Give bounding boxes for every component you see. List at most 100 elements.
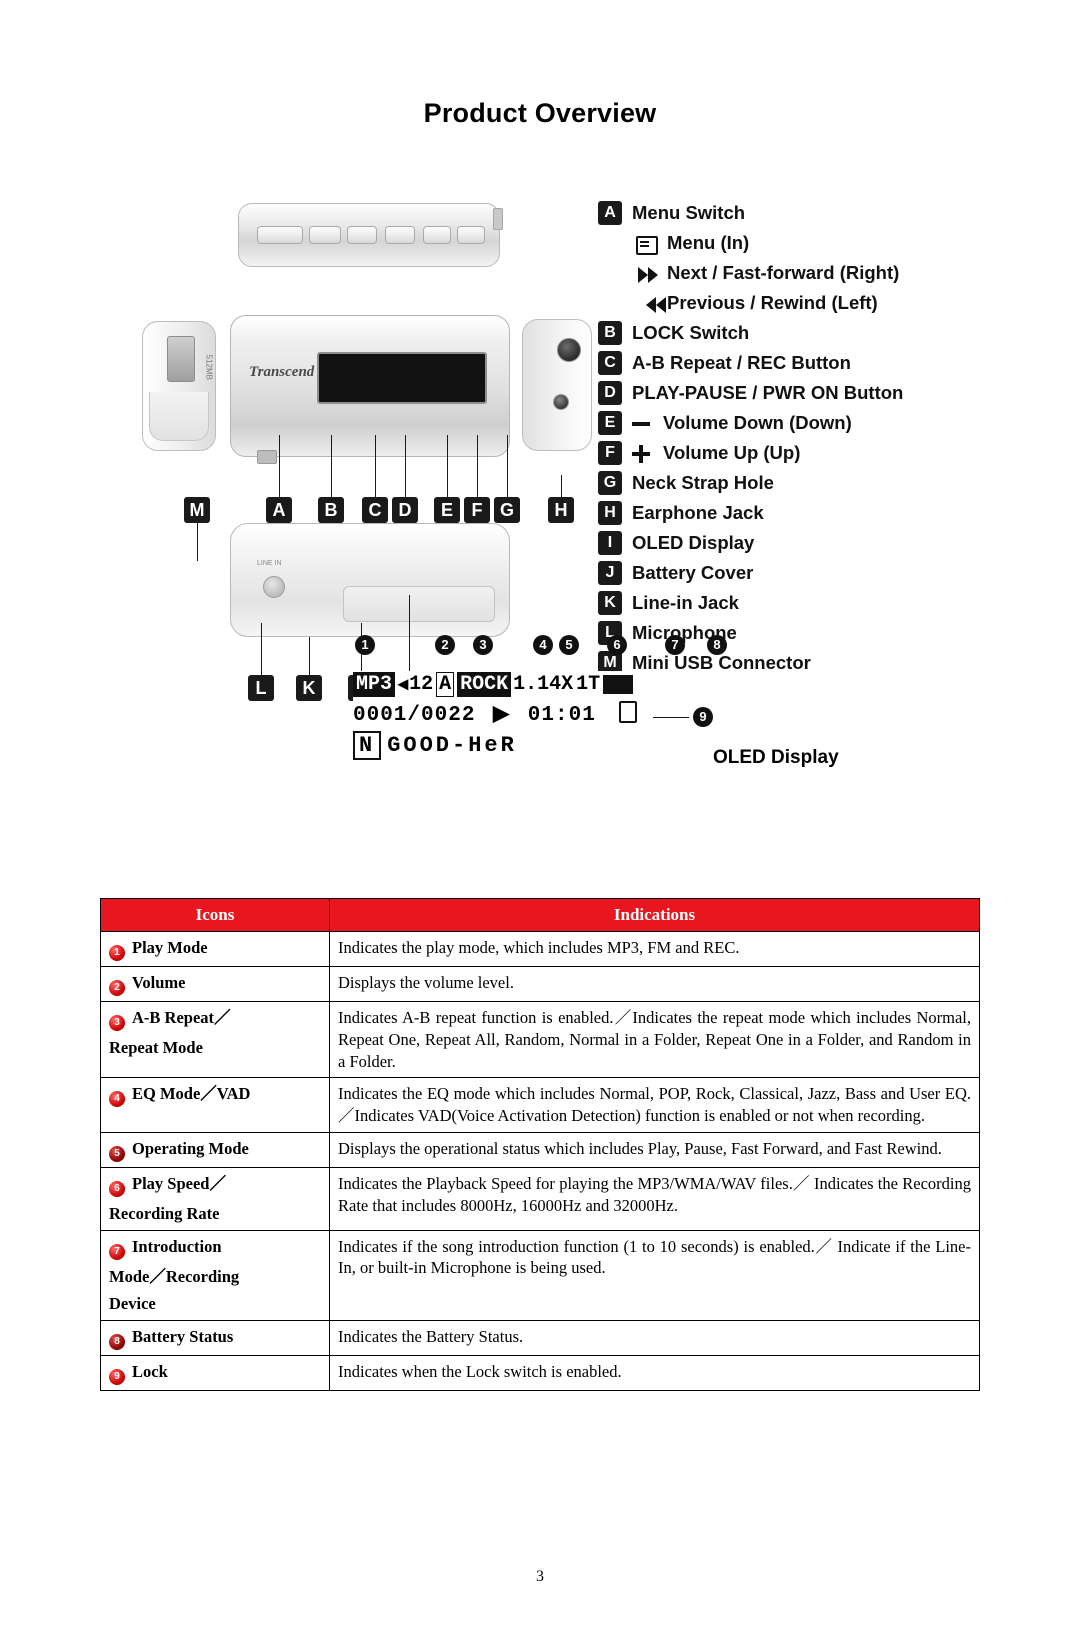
icon-cell: 1 Play Mode [100,931,330,967]
oled-num-9: 9 [693,707,713,727]
icon-label: Operating Mode [132,1138,249,1158]
legend-item-c: C A-B Repeat / REC Button [598,350,1068,375]
volume-speaker-icon: ◂ [398,674,409,697]
oled-callout-numbers: 1 2 3 4 5 6 7 8 [335,635,895,663]
plus-icon [632,444,654,463]
callout-badge-k: K [296,675,322,701]
icon-label: Play Speed／ [132,1173,226,1193]
icon-label: Battery Status [132,1327,234,1347]
icon-cell: 2 Volume [100,966,330,1002]
next-icon [636,264,658,283]
oled-volume-value: 12 [409,672,434,696]
device-left-body: 512MB [142,321,216,451]
legend-item-h: H Earphone Jack [598,500,1068,525]
legend-badge-h: H [598,500,622,525]
oled-num-5: 5 [559,635,579,655]
usb-cap-art [149,392,209,441]
row-bullet-3: 3 [109,1015,125,1031]
legend-item-f: F Volume Up (Up) [598,440,1068,465]
callout-badge-g: G [494,497,520,523]
leader-line-l [261,623,262,675]
row-bullet-1: 1 [109,945,125,961]
lock-icon [619,701,638,723]
leader-line-k [309,637,310,675]
oled-screen-mock: MP3 ◂ 12 A ROCK 1.14X 1T 0001/0022 ▶ 01:… [353,671,683,763]
legend-label-lock-switch: LOCK Switch [632,321,750,343]
leader-line-c [375,435,376,497]
oled-track-counter: 0001/0022 [353,704,476,727]
device-right-body [522,319,592,451]
table-row: 5 Operating Mode Displays the operational… [100,1131,980,1168]
device-capacity-label: 512MB [204,354,213,380]
oled-num-1: 1 [355,635,375,655]
device-front-body: Transcend [230,315,510,464]
icon-label: Introduction [132,1236,222,1256]
legend-item-previous: Previous / Rewind (Left) [636,291,1068,314]
legend-list: A Menu Switch Menu (In) Next / Fast-forw… [598,200,1068,681]
menu-switch-art [257,226,303,244]
description-cell: Indicates if the song introduction funct… [329,1229,980,1322]
legend-item-a: A Menu Switch [598,200,1068,225]
column-header-icons: Icons [100,898,330,932]
battery-cover-art [343,586,495,622]
description-cell: Indicates A-B repeat function is enabled… [329,1000,980,1079]
oled-eq-mode: ROCK [457,671,512,697]
description-cell: Displays the volume level. [329,966,980,1002]
legend-label-play-pause-pwr: PLAY-PAUSE / PWR ON Button [632,381,904,403]
legend-label-previous: Previous / Rewind (Left) [667,291,878,313]
legend-label-oled-display: OLED Display [632,531,755,553]
battery-status-icon [603,674,634,694]
leader-line-d [405,435,406,497]
callout-badge-c: C [362,497,388,523]
ab-repeat-button-art [347,226,377,244]
operating-mode-icon: ▶ [493,704,511,727]
legend-item-g: G Neck Strap Hole [598,470,1068,495]
legend-badge-j: J [598,560,622,585]
icon-cell: 8 Battery Status [100,1320,330,1357]
legend-item-k: K Line-in Jack [598,590,1068,615]
oled-num-4: 4 [533,635,553,655]
table-row: 2 Volume Displays the volume level. [100,966,980,1002]
callout-badge-d: D [392,497,418,523]
legend-label-volume-up: Volume Up (Up) [663,441,801,463]
table-row: 6 Play Speed／ Recording Rate Indicates th… [100,1166,980,1231]
page-title: Product Overview [423,98,657,128]
table-row: 1 Play Mode Indicates the play mode, whic… [100,931,980,967]
oled-title-line: N GOOD-HeR [353,731,517,760]
oled-song-title: GOOD-HeR [387,733,517,758]
row-bullet-2: 2 [109,980,125,996]
icon-label: Play Mode [132,938,208,957]
line-in-label: LINE IN [257,560,282,567]
device-top-face [238,203,503,267]
icon-cell: 9 Lock [100,1355,330,1392]
legend-item-b: B LOCK Switch [598,320,1068,345]
legend-label-ab-repeat-rec: A-B Repeat / REC Button [632,351,851,373]
legend-item-j: J Battery Cover [598,560,1068,585]
legend-badge-c: C [598,350,622,375]
icon-label-line3: Device [109,1294,156,1314]
icon-label-line2: Repeat Mode [109,1038,203,1057]
lock-switch-art [309,226,341,244]
column-header-indications: Indications [329,898,980,932]
legend-item-menu-in: Menu (In) [636,231,1068,255]
previous-icon [636,294,666,313]
brand-label: Transcend [249,364,315,380]
side-hole-art [553,394,569,410]
callout-badge-b: B [318,497,344,523]
callout-badge-f: F [464,497,490,523]
legend-label-menu-switch: Menu Switch [632,201,746,223]
callout-badge-m: M [184,497,210,523]
icons-indications-table-wrapper: Icons Indications 1 Play Mode Indicates t… [100,898,980,1392]
leader-line-e [447,435,448,497]
play-pause-button-art [385,226,415,244]
battery-cover-tab-art [257,450,277,464]
icon-label-line2: Mode／Recording [109,1266,240,1286]
legend-badge-i: I [598,530,622,555]
oled-display-diagram: 1 2 3 4 5 6 7 8 MP3 ◂ 12 A ROCK 1.14X 1T [335,635,895,795]
table-row: 3 A-B Repeat／ Repeat Mode Indicates A-B r… [100,1000,980,1079]
icon-cell: 4 EQ Mode／VAD [100,1077,330,1133]
icon-label: EQ Mode／VAD [132,1084,251,1104]
volume-up-button-art [457,226,485,244]
legend-badge-d: D [598,380,622,405]
description-cell: Indicates the EQ mode which includes Nor… [329,1077,980,1133]
